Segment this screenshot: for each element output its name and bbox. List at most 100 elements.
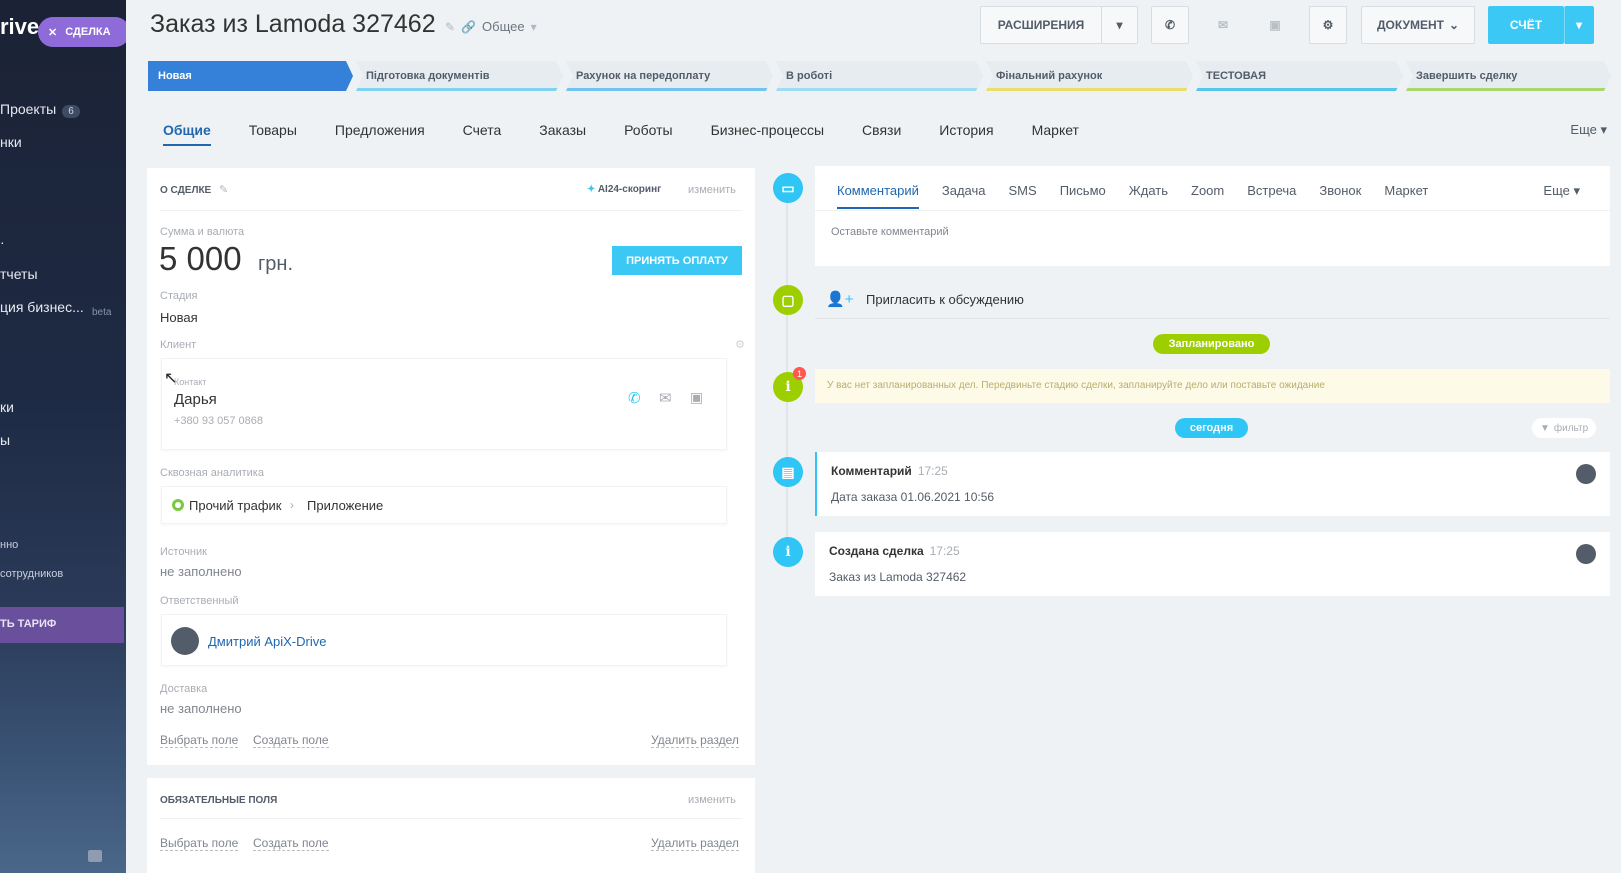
source-value[interactable]: не заполнено: [160, 564, 242, 579]
envelope-icon[interactable]: ✉: [659, 389, 672, 407]
tab-orders[interactable]: Заказы: [539, 122, 586, 146]
printer-icon[interactable]: [88, 850, 102, 862]
invite-user-icon[interactable]: 👤+: [826, 290, 853, 308]
tabs-more-button[interactable]: Еще ▾: [1570, 122, 1607, 138]
feed-item-comment[interactable]: Комментарий 17:25 Дата заказа 01.06.2021 …: [815, 452, 1610, 516]
select-field-link[interactable]: Выбрать поле: [160, 733, 239, 748]
call-button[interactable]: ✆: [1151, 6, 1189, 44]
sidebar-item-automation[interactable]: ция бизнес...: [0, 299, 84, 315]
stage-new[interactable]: Новая: [148, 61, 353, 91]
create-field-link[interactable]: Создать поле: [253, 836, 329, 851]
author-avatar[interactable]: [1576, 464, 1596, 484]
tariff-button[interactable]: ТЬ ТАРИФ: [0, 607, 124, 643]
stage-final-invoice[interactable]: Фінальний рахунок: [986, 61, 1193, 91]
link-icon[interactable]: 🔗: [461, 20, 476, 34]
delete-section-link[interactable]: Удалить раздел: [651, 836, 739, 851]
analytics-target: Приложение: [307, 498, 384, 513]
info-icon: i: [773, 537, 803, 567]
tab-call[interactable]: Звонок: [1319, 183, 1361, 209]
stage-prepayment[interactable]: Рахунок на передоплату: [566, 61, 773, 91]
stage-color-line: [1196, 88, 1403, 91]
tab-history[interactable]: История: [939, 122, 993, 146]
sidebar-item-2[interactable]: нки: [0, 134, 22, 150]
change-link[interactable]: изменить: [688, 794, 736, 806]
invoice-button[interactable]: СЧЁТ: [1488, 6, 1564, 44]
tab-sms[interactable]: SMS: [1009, 183, 1037, 209]
document-button[interactable]: ДОКУМЕНТ ⌄: [1361, 6, 1475, 44]
select-field-link[interactable]: Выбрать поле: [160, 836, 239, 851]
scoring-icon: ✦: [587, 184, 596, 195]
tab-market[interactable]: Маркет: [1384, 183, 1428, 209]
accept-payment-button[interactable]: ПРИНЯТЬ ОПЛАТУ: [612, 246, 742, 275]
tab-meeting[interactable]: Встреча: [1247, 183, 1296, 209]
delete-section-link[interactable]: Удалить раздел: [651, 733, 739, 748]
invoice-dropdown-button[interactable]: ▾: [1564, 6, 1594, 44]
tab-invoices[interactable]: Счета: [463, 122, 502, 146]
comment-icon: ▭: [773, 173, 803, 203]
extensions-dropdown-button[interactable]: ▾: [1101, 6, 1138, 44]
stage-in-work[interactable]: В роботі: [776, 61, 983, 91]
responsible-name[interactable]: Дмитрий ApiX-Drive: [208, 634, 326, 649]
traffic-source-icon: [172, 499, 184, 511]
tab-robots[interactable]: Роботы: [624, 122, 672, 146]
sidebar-item-reports[interactable]: тчеты: [0, 266, 38, 282]
sidebar-item-3[interactable]: ·: [0, 234, 5, 250]
stage-field-label: Стадия: [160, 290, 198, 302]
tab-links[interactable]: Связи: [862, 122, 901, 146]
comment-icon: ▤: [773, 457, 803, 487]
stage-docs-prep[interactable]: Підготовка документів: [356, 61, 563, 91]
chat-icon[interactable]: ▣: [690, 389, 703, 406]
edit-section-icon[interactable]: ✎: [219, 183, 228, 196]
stage-finish-deal[interactable]: Завершить сделку: [1406, 61, 1611, 91]
gear-icon[interactable]: ⚙: [735, 338, 745, 351]
create-field-link[interactable]: Создать поле: [253, 733, 329, 748]
ai-scoring-link[interactable]: ✦ AI24-скоринг: [587, 184, 661, 195]
stage-field-value[interactable]: Новая: [160, 310, 198, 325]
sidebar-item-6[interactable]: ки: [0, 399, 14, 415]
tab-products[interactable]: Товары: [249, 122, 297, 146]
filter-button[interactable]: ▼ фильтр: [1532, 418, 1597, 438]
stage-label: Підготовка документів: [366, 70, 490, 82]
settings-button[interactable]: ⚙: [1309, 6, 1347, 44]
tab-market[interactable]: Маркет: [1032, 122, 1079, 146]
category-select[interactable]: Общее: [482, 19, 525, 34]
comment-input[interactable]: Оставьте комментарий: [831, 226, 949, 238]
phone-icon[interactable]: ✆: [628, 389, 641, 407]
tab-comment[interactable]: Комментарий: [837, 183, 919, 209]
tab-email[interactable]: Письмо: [1060, 183, 1106, 209]
contact-phone[interactable]: +380 93 057 0868: [174, 415, 263, 427]
divider: [815, 210, 1610, 211]
feed-item-deal-created[interactable]: Создана сделка 17:25 Заказ из Lamoda 3274…: [815, 532, 1610, 596]
deal-chip[interactable]: ✕ СДЕЛКА: [38, 17, 126, 47]
sidebar-item-7[interactable]: ы: [0, 432, 10, 448]
notice-badge: 1: [793, 367, 806, 380]
chat-button[interactable]: ▣: [1256, 6, 1294, 44]
change-link[interactable]: изменить: [688, 184, 736, 196]
document-button-label: ДОКУМЕНТ: [1376, 18, 1444, 32]
invite-to-discussion[interactable]: Пригласить к обсуждению: [866, 292, 1024, 307]
tab-zoom[interactable]: Zoom: [1191, 183, 1224, 209]
stage-test[interactable]: ТЕСТОВАЯ: [1196, 61, 1403, 91]
phone-icon: ✆: [1164, 18, 1176, 32]
contact-name[interactable]: Дарья: [174, 391, 217, 408]
edit-icon[interactable]: ✎: [445, 20, 455, 34]
sidebar-item-employees[interactable]: сотрудников: [0, 568, 63, 580]
delivery-value[interactable]: не заполнено: [160, 701, 242, 716]
chevron-down-icon[interactable]: ▾: [531, 20, 537, 34]
tab-task[interactable]: Задача: [942, 183, 986, 209]
stage-color-line: [986, 88, 1193, 91]
close-icon[interactable]: ✕: [48, 26, 57, 39]
tab-general[interactable]: Общие: [163, 122, 211, 146]
author-avatar[interactable]: [1576, 544, 1596, 564]
composer-more-button[interactable]: Еще ▾: [1543, 183, 1580, 199]
tab-business-processes[interactable]: Бизнес-процессы: [711, 122, 824, 146]
ai-scoring-label: AI24-скоринг: [597, 184, 662, 195]
sidebar-item-projects[interactable]: Проекты 6: [0, 101, 80, 118]
extensions-button[interactable]: РАСШИРЕНИЯ: [980, 6, 1102, 44]
email-button[interactable]: ✉: [1204, 6, 1242, 44]
tabs-more-label: Еще: [1570, 122, 1597, 137]
tab-wait[interactable]: Ждать: [1129, 183, 1168, 209]
tab-offers[interactable]: Предложения: [335, 122, 425, 146]
sidebar-item-8[interactable]: нно: [0, 539, 18, 551]
avatar: [171, 627, 199, 655]
